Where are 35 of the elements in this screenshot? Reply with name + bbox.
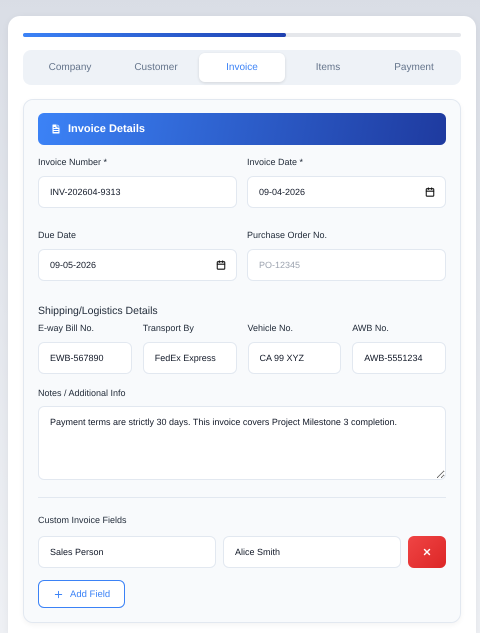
input-field[interactable]: PO-12345: [247, 249, 446, 281]
step-tab[interactable]: Invoice: [199, 53, 285, 82]
section-heading: Shipping/Logistics Details: [38, 305, 159, 317]
step-tab[interactable]: Payment: [371, 53, 457, 82]
input-field[interactable]: Alice Smith: [223, 536, 401, 568]
add-field-button[interactable]: Add Field: [38, 580, 126, 608]
field-label: Custom Invoice Fields: [38, 515, 127, 525]
step-tab[interactable]: Customer: [113, 53, 199, 82]
close-icon: [422, 547, 432, 557]
calendar-icon[interactable]: [216, 260, 226, 270]
plus-icon: [53, 588, 64, 600]
input-field[interactable]: CA 99 XYZ: [248, 342, 342, 374]
field-label: Transport By: [142, 323, 195, 333]
date-field[interactable]: 09-05-2026: [38, 249, 237, 281]
field-label: AWB No.: [352, 323, 390, 333]
input-field[interactable]: INV-202604-9313: [38, 176, 237, 208]
calendar-icon[interactable]: [425, 187, 435, 197]
input-field[interactable]: EWB-567890: [38, 342, 132, 374]
field-label: Invoice Date *: [247, 157, 304, 167]
field-label: Vehicle No.: [248, 323, 294, 333]
input-field[interactable]: AWB-5551234: [352, 342, 446, 374]
step-tab[interactable]: Company: [27, 53, 113, 82]
input-field[interactable]: FedEx Express: [142, 342, 236, 374]
field-label: Invoice Number *: [38, 157, 108, 167]
document-icon: [50, 123, 62, 135]
field-label: Notes / Additional Info: [38, 388, 127, 398]
step-tab[interactable]: Items: [285, 53, 371, 82]
field-label: Due Date: [38, 230, 78, 240]
field-label: Purchase Order No.: [247, 230, 328, 240]
field-label: E-way Bill No.: [38, 323, 96, 333]
delete-button[interactable]: [408, 536, 446, 568]
date-field[interactable]: 09-04-2026: [247, 176, 446, 208]
input-field[interactable]: Sales Person: [38, 536, 216, 568]
section-title: Invoice Details: [68, 123, 146, 135]
notes-field[interactable]: Payment terms are strictly 30 days. This invoice covers Project Milestone 3 completion.: [38, 406, 446, 480]
